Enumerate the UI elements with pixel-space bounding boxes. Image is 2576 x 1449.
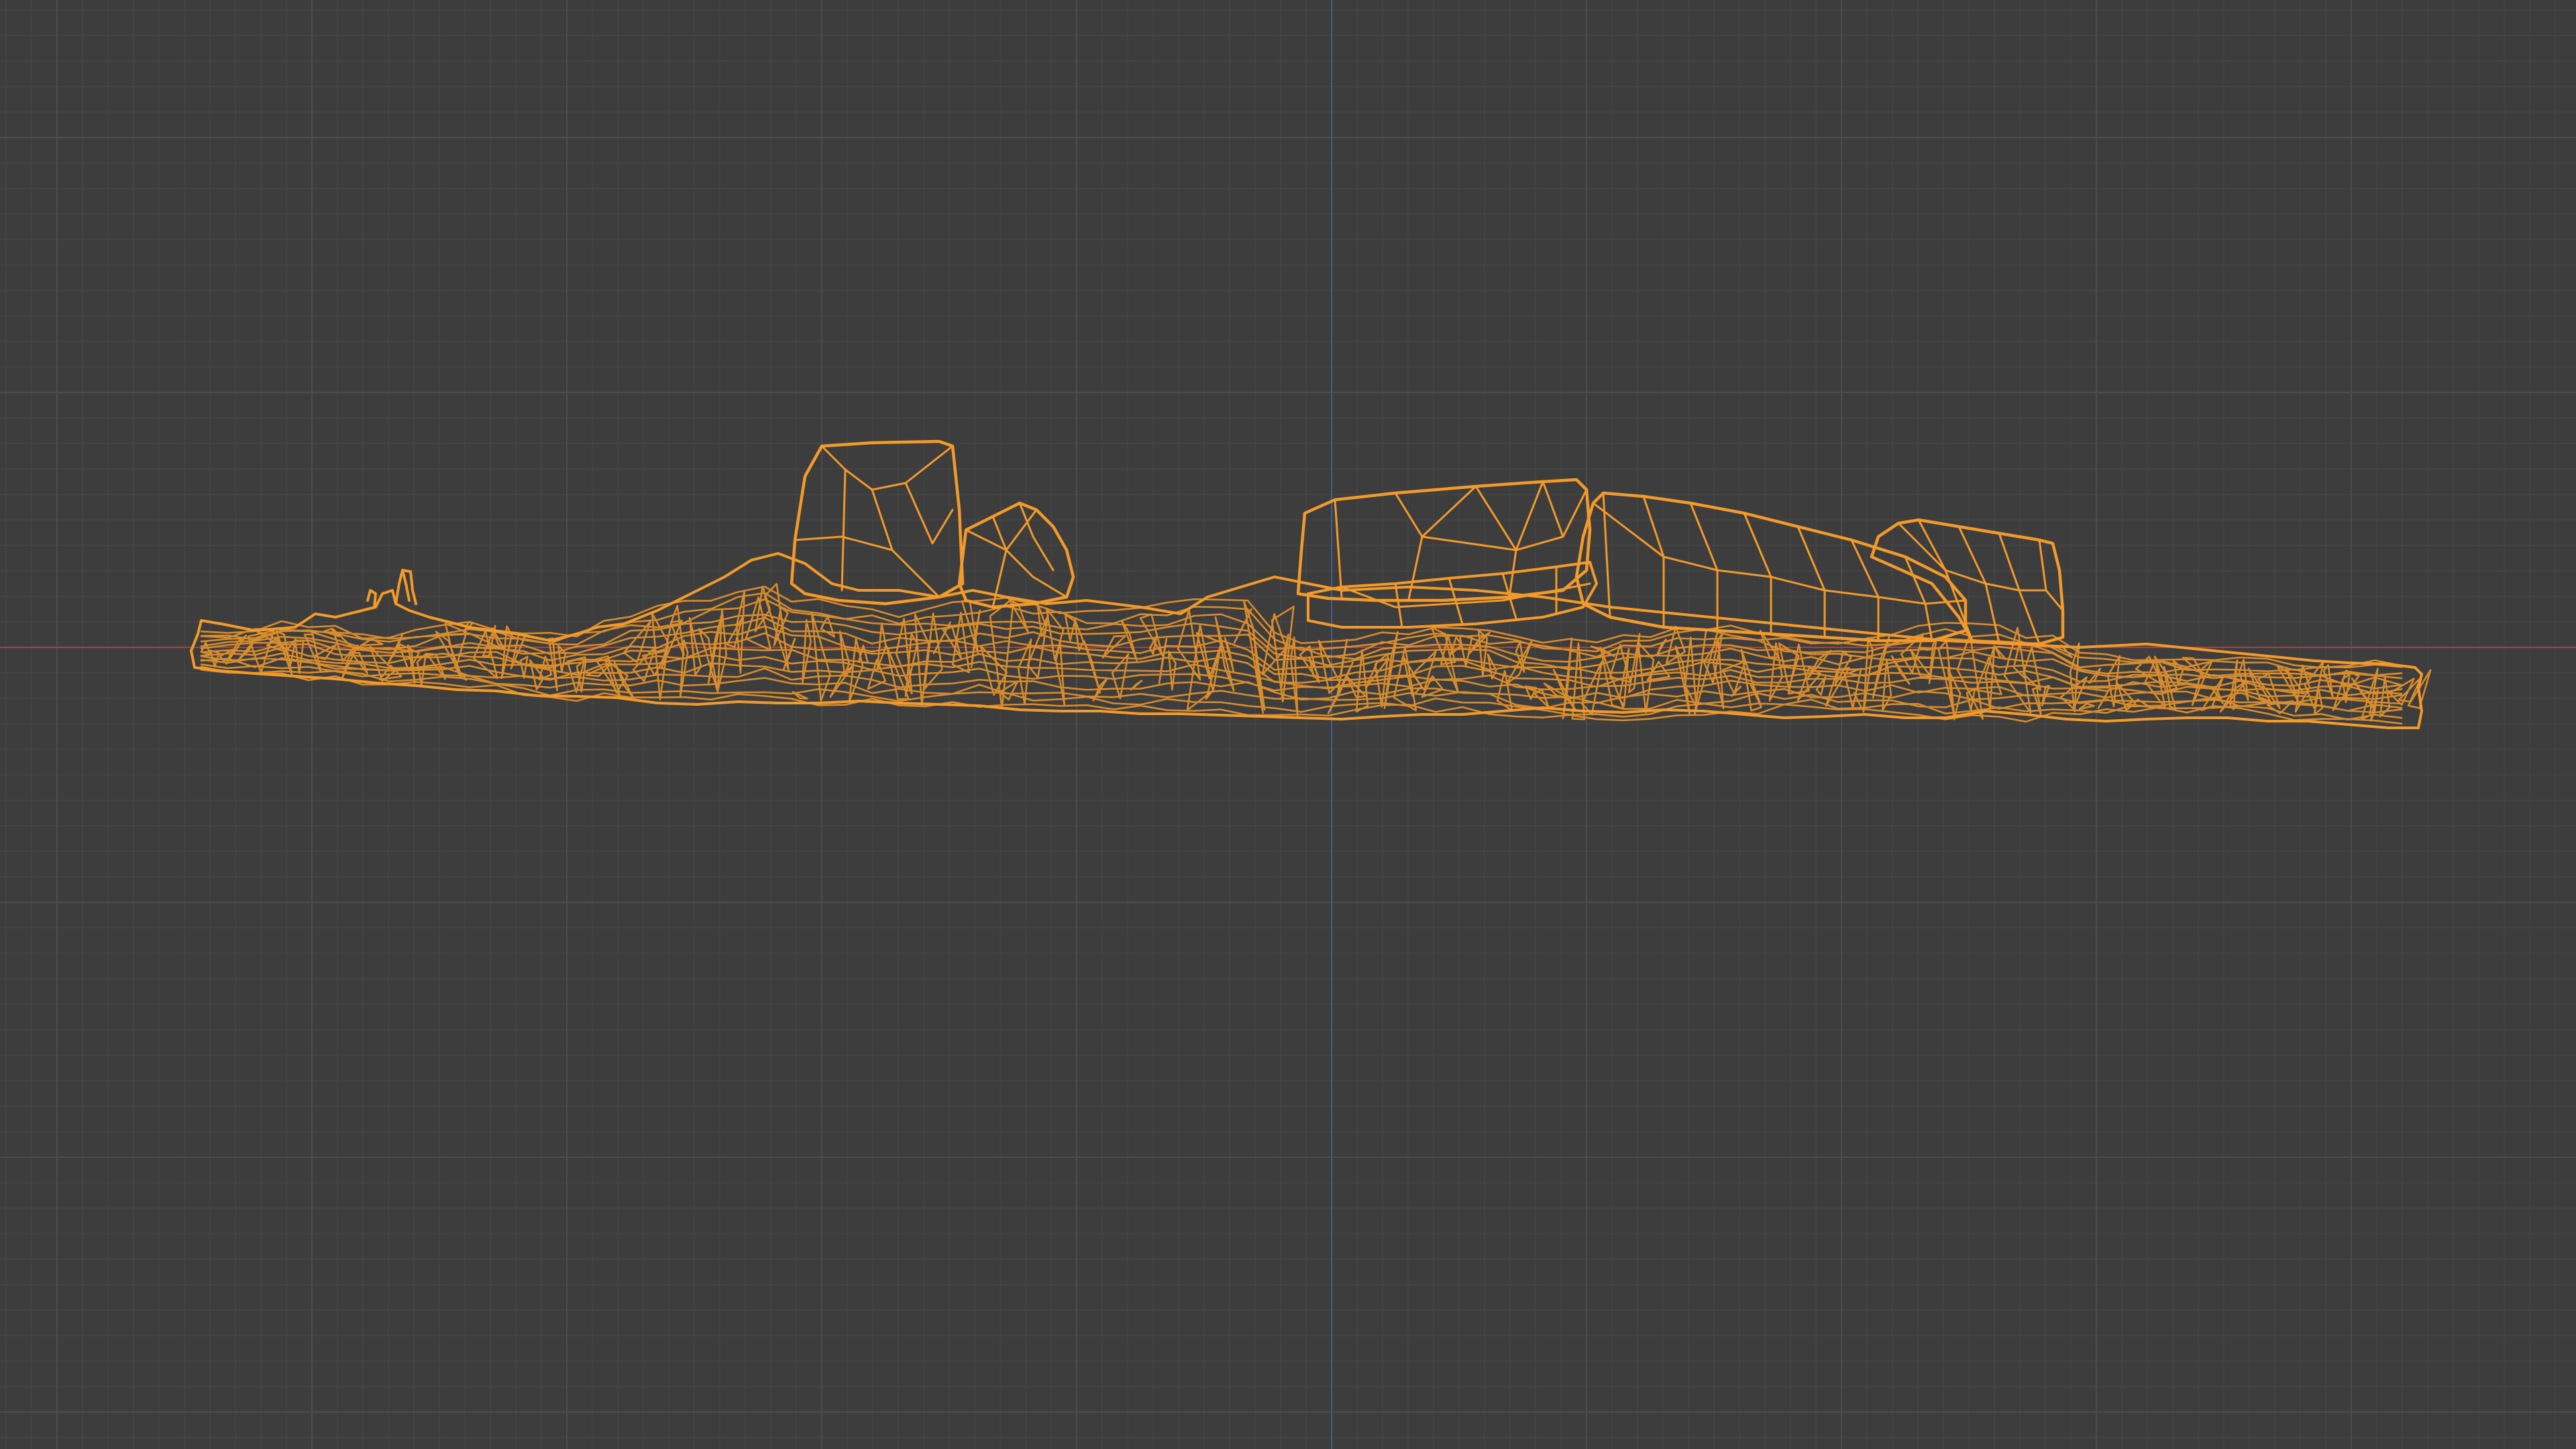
- rock-6-center-flat[interactable]: [1307, 561, 1598, 629]
- rock-5-right-block[interactable]: [1870, 518, 2065, 646]
- grid-major-lines: [0, 0, 2576, 1449]
- selected-mesh-wireframe[interactable]: [190, 439, 2432, 729]
- 3d-viewport[interactable]: [0, 0, 2576, 1449]
- grid-minor-lines: [0, 0, 2576, 1449]
- rock-3-flat-slab[interactable]: [1296, 478, 1592, 602]
- rock-1-tall-block[interactable]: [790, 439, 965, 606]
- terrain-spikes: [366, 569, 417, 608]
- viewport-canvas[interactable]: [0, 0, 2576, 1449]
- rock-4-large-slab[interactable]: [1574, 491, 1968, 643]
